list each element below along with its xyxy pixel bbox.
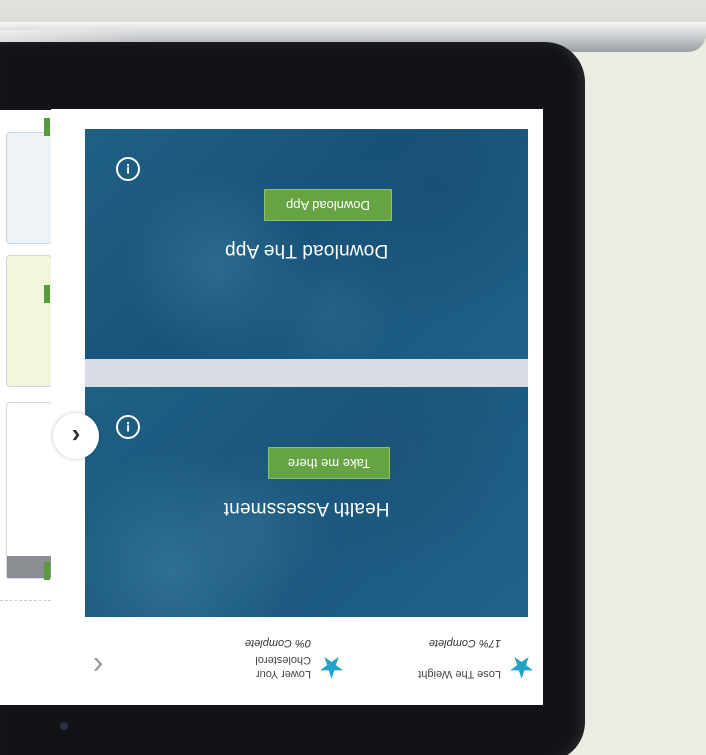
card-health-assessment: Health Assessment Take me there ! bbox=[85, 387, 528, 617]
background-app bbox=[0, 110, 56, 705]
card-download-app: Download The App Download App ! bbox=[85, 129, 528, 359]
take-me-there-button[interactable]: Take me there bbox=[268, 447, 390, 479]
tab-marker bbox=[44, 118, 50, 136]
divider bbox=[0, 600, 56, 601]
goal-progress: 17% Complete bbox=[428, 637, 501, 649]
carousel-prev-button[interactable]: ‹ bbox=[53, 413, 99, 459]
card-title: Health Assessment bbox=[223, 498, 390, 519]
goal-item-lower-cholesterol[interactable]: ★ Lower Your Cholesterol 0% Complete bbox=[195, 635, 345, 695]
star-icon: ★ bbox=[508, 650, 535, 683]
download-app-button[interactable]: Download App bbox=[264, 189, 392, 221]
star-icon: ★ bbox=[318, 650, 345, 683]
card-title: Download The App bbox=[224, 240, 389, 261]
info-icon[interactable]: ! bbox=[116, 157, 140, 181]
goal-progress: 0% Complete bbox=[244, 637, 311, 649]
chevron-left-icon: ‹ bbox=[92, 649, 104, 685]
goal-name: Lower Your Cholesterol bbox=[255, 654, 311, 680]
tab-marker bbox=[44, 285, 50, 303]
background-card bbox=[6, 402, 52, 579]
camera-icon bbox=[60, 722, 68, 730]
background-card bbox=[6, 255, 52, 387]
info-icon[interactable]: ! bbox=[116, 415, 140, 439]
goal-name: Lose The Weight bbox=[418, 668, 501, 680]
app-screen-rotated: ★ Lose The Weight 17% Complete ★ Lower Y… bbox=[51, 109, 543, 705]
goals-bar: ★ Lose The Weight 17% Complete ★ Lower Y… bbox=[51, 619, 543, 705]
app-screen: ★ Lose The Weight 17% Complete ★ Lower Y… bbox=[51, 109, 543, 705]
photo-scene: ★ Lose The Weight 17% Complete ★ Lower Y… bbox=[0, 0, 706, 755]
tab-marker bbox=[44, 562, 50, 580]
goal-item-lose-weight[interactable]: ★ Lose The Weight 17% Complete bbox=[365, 635, 535, 695]
feature-cards: Health Assessment Take me there ! Downlo… bbox=[85, 129, 528, 617]
goals-next-button[interactable]: ‹ bbox=[83, 647, 113, 687]
background-card bbox=[6, 132, 52, 244]
chevron-left-icon: ‹ bbox=[71, 422, 81, 452]
